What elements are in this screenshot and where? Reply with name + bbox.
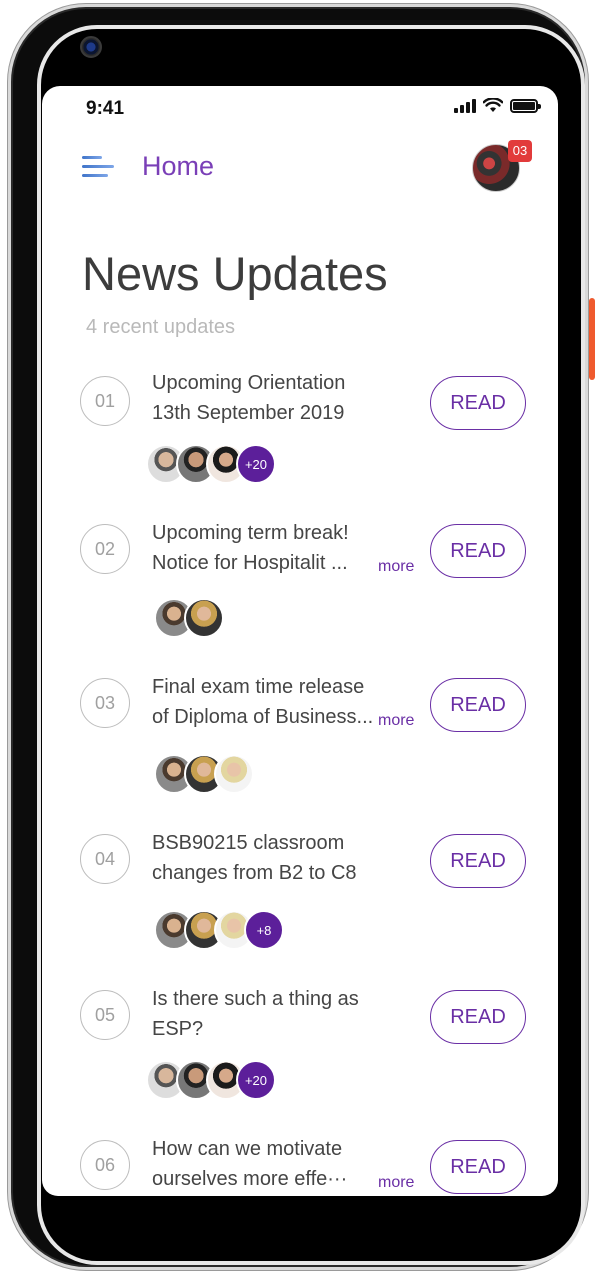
update-number: 06 [80, 1140, 130, 1190]
update-title[interactable]: BSB90215 classroom changes from B2 to C8 [152, 828, 432, 888]
update-title-line-1: Upcoming term break! [152, 522, 349, 544]
participant-count-badge[interactable]: +8 [244, 910, 284, 950]
page-subtitle: 4 recent updates [86, 316, 235, 338]
camera-icon [80, 36, 102, 58]
update-title-line-2: ESP? [152, 1018, 204, 1040]
side-power-button [589, 298, 595, 380]
update-title-line-2: changes from B2 to C8 [152, 862, 357, 884]
update-title[interactable]: Is there such a thing as ESP? [152, 984, 432, 1044]
more-link[interactable]: more [376, 558, 415, 576]
notification-badge: 03 [508, 140, 532, 162]
hamburger-menu-icon[interactable] [82, 156, 114, 180]
update-title-line-1: Upcoming Orientation [152, 372, 346, 394]
participant-avatars [154, 754, 254, 794]
header-title: Home [142, 151, 215, 181]
read-button[interactable]: READ [430, 376, 526, 430]
battery-icon [510, 98, 541, 113]
update-title-line-2: 13th September 2019 [152, 402, 345, 424]
page-title: News Updates [82, 247, 388, 300]
update-number: 04 [80, 834, 130, 884]
update-title-line-1: Is there such a thing as [152, 988, 359, 1010]
wifi-icon [483, 98, 503, 112]
update-title-line-1: Final exam time release [152, 676, 365, 698]
read-button[interactable]: READ [430, 990, 526, 1044]
read-button[interactable]: READ [430, 524, 526, 578]
participant-avatars [154, 598, 224, 638]
status-icons [454, 98, 541, 113]
participant-avatars: +20 [146, 1060, 276, 1100]
profile-avatar-button[interactable]: 03 [472, 140, 532, 194]
app-screen: 9:41 Home 03 News Updates 4 recent updat… [42, 86, 558, 1196]
participant-avatar [214, 754, 254, 794]
update-title-line-1: BSB90215 classroom [152, 832, 345, 854]
participant-count-badge[interactable]: +20 [236, 444, 276, 484]
more-link[interactable]: more [376, 1174, 415, 1192]
participant-avatar [184, 598, 224, 638]
read-button[interactable]: READ [430, 1140, 526, 1194]
update-number: 02 [80, 524, 130, 574]
participant-avatars: +8 [154, 910, 284, 950]
read-button[interactable]: READ [430, 834, 526, 888]
update-number: 01 [80, 376, 130, 426]
read-button[interactable]: READ [430, 678, 526, 732]
more-link[interactable]: more [376, 712, 415, 730]
update-title[interactable]: Upcoming Orientation 13th September 2019 [152, 368, 432, 428]
signal-icon [454, 98, 476, 113]
update-title-line-1: How can we motivate [152, 1138, 343, 1160]
participant-avatars: +20 [146, 444, 276, 484]
participant-count-badge[interactable]: +20 [236, 1060, 276, 1100]
update-number: 03 [80, 678, 130, 728]
status-time: 9:41 [86, 98, 125, 119]
update-number: 05 [80, 990, 130, 1040]
